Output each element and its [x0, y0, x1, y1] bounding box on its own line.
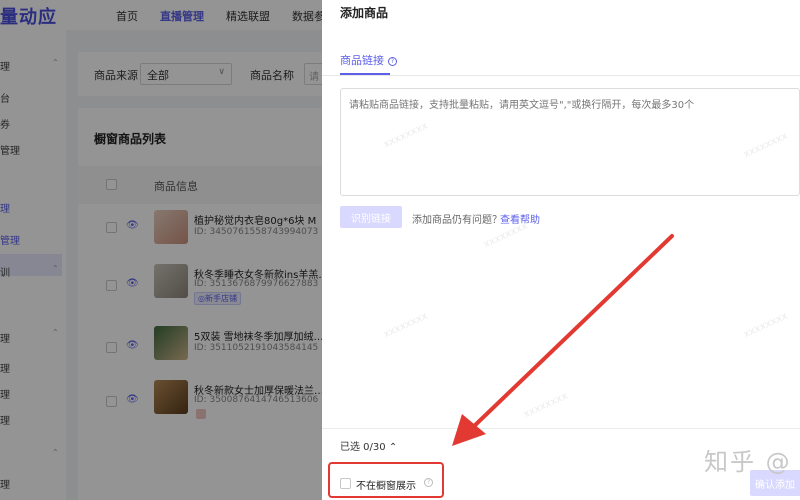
- hide-from-window-checkbox[interactable]: [340, 478, 351, 489]
- drawer-title: 添加商品: [340, 6, 389, 20]
- add-product-drawer: 添加商品 商品链接? 识别链接 添加商品仍有问题？ 查看帮助 xxxxxxxx …: [322, 0, 800, 500]
- tab-product-link[interactable]: 商品链接?: [340, 52, 397, 68]
- drawer-header: 添加商品: [322, 0, 800, 28]
- help-prompt: 添加商品仍有问题？: [412, 215, 502, 226]
- footer-divider: [322, 428, 800, 429]
- hide-from-window-highlight: 不在橱窗展示 ?: [328, 462, 444, 498]
- watermark: xxxxxxxx: [521, 390, 570, 421]
- watermark: xxxxxxxx: [741, 310, 790, 341]
- brand-watermark: 知乎 @: [704, 448, 792, 476]
- chevron-up-icon: ⌃: [388, 442, 398, 453]
- info-icon[interactable]: ?: [388, 57, 397, 66]
- selected-count-text: 已选 0/30: [340, 442, 386, 453]
- watermark: xxxxxxxx: [381, 310, 430, 341]
- tab-label: 商品链接: [340, 54, 384, 67]
- modal-overlay[interactable]: [0, 0, 322, 500]
- selected-count[interactable]: 已选 0/30 ⌃: [340, 438, 397, 453]
- help-icon[interactable]: ?: [424, 478, 433, 487]
- recognize-link-button[interactable]: 识别链接: [340, 206, 402, 228]
- product-link-textarea[interactable]: [340, 88, 800, 196]
- tab-divider: [322, 75, 800, 76]
- hide-from-window-label[interactable]: 不在橱窗展示: [356, 477, 416, 492]
